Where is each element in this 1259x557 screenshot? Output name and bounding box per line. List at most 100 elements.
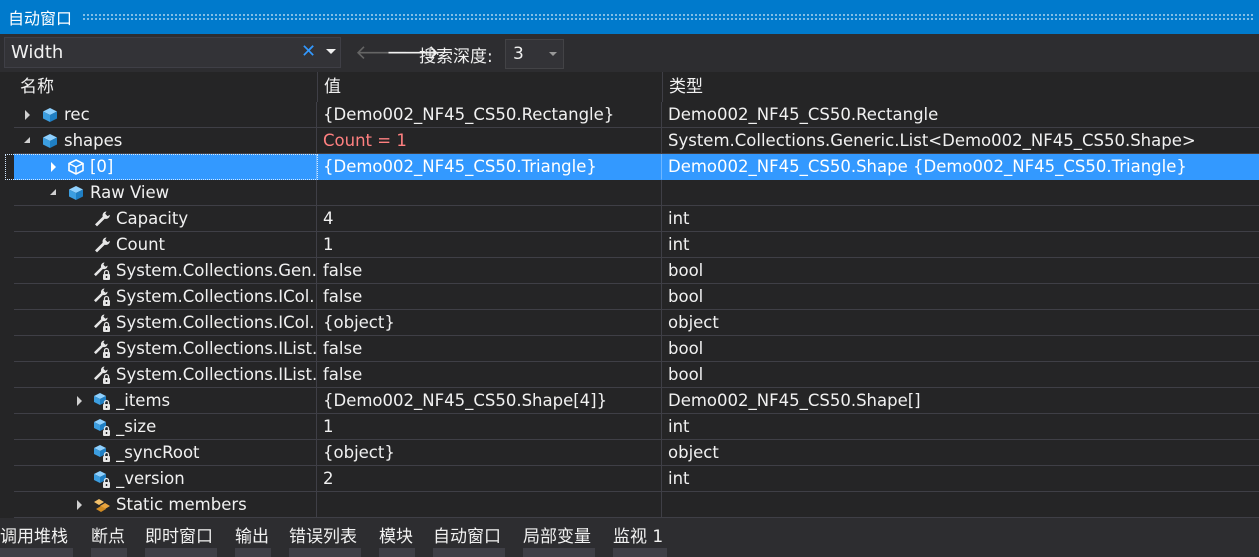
toolbar: ✕ 🡐 🡒 搜索深度: 3 (0, 34, 1259, 72)
collapse-arrow-icon[interactable] (48, 180, 60, 205)
value-cell[interactable]: 4 (317, 206, 662, 232)
name-cell[interactable]: _version (14, 466, 317, 492)
name-cell[interactable]: rec (14, 102, 317, 128)
bottom-tab[interactable]: 局部变量 (523, 518, 595, 557)
table-row[interactable]: System.Collections.Gen... false bool (0, 258, 1259, 284)
bottom-tab-underline (523, 548, 595, 557)
type-cell: bool (662, 284, 1259, 310)
bottom-tab-label: 自动窗口 (433, 527, 501, 547)
expand-arrow-icon[interactable] (22, 102, 34, 127)
table-row[interactable]: _version 2 int (0, 466, 1259, 492)
bottom-tab-label: 模块 (379, 527, 413, 547)
value-cell[interactable] (317, 180, 662, 206)
property-icon (92, 209, 112, 229)
private-property-icon (92, 313, 112, 333)
table-row[interactable]: System.Collections.IList... false bool (0, 362, 1259, 388)
value-cell[interactable]: 1 (317, 414, 662, 440)
object-icon (66, 183, 86, 203)
bottom-tab-label: 错误列表 (289, 527, 357, 547)
type-cell: bool (662, 362, 1259, 388)
clear-search-icon[interactable]: ✕ (301, 42, 316, 62)
bottom-tab-underline (145, 548, 217, 557)
name-cell[interactable]: System.Collections.IList... (14, 362, 317, 388)
bottom-tab-label: 输出 (235, 527, 269, 547)
table-row[interactable]: Capacity 4 int (0, 206, 1259, 232)
table-row[interactable]: System.Collections.ICol... {object} object (0, 310, 1259, 336)
table-row[interactable]: Count 1 int (0, 232, 1259, 258)
table-row[interactable]: System.Collections.ICol... false bool (0, 284, 1259, 310)
bottom-tab-label: 断点 (91, 527, 125, 547)
name-cell[interactable]: _items (14, 388, 317, 414)
expand-arrow-icon[interactable] (74, 388, 86, 413)
value-cell[interactable] (317, 492, 662, 518)
table-row[interactable]: System.Collections.IList... false bool (0, 336, 1259, 362)
private-field-icon (92, 469, 112, 489)
name-cell[interactable]: Raw View (14, 180, 317, 206)
bottom-tab[interactable]: 即时窗口 (145, 518, 217, 557)
value-cell[interactable]: 1 (317, 232, 662, 258)
type-cell: Demo002_NF45_CS50.Rectangle (662, 102, 1259, 128)
bottom-tab[interactable]: 调用堆栈 (0, 518, 73, 557)
chevron-down-icon[interactable] (549, 52, 557, 56)
value-cell[interactable]: {Demo002_NF45_CS50.Triangle} (317, 154, 662, 180)
private-field-icon (92, 391, 112, 411)
column-header-type[interactable]: 类型 (662, 72, 1259, 102)
name-cell[interactable]: System.Collections.Gen... (14, 258, 317, 284)
column-header-name[interactable]: 名称 (14, 72, 317, 102)
table-row[interactable]: _size 1 int (0, 414, 1259, 440)
name-cell[interactable]: shapes (14, 128, 317, 154)
name-cell[interactable]: _size (14, 414, 317, 440)
value-cell[interactable]: false (317, 336, 662, 362)
search-depth-select[interactable]: 3 (505, 39, 564, 69)
value-cell[interactable]: {Demo002_NF45_CS50.Shape[4]} (317, 388, 662, 414)
name-cell[interactable]: System.Collections.IList... (14, 336, 317, 362)
expand-arrow-icon[interactable] (74, 492, 86, 517)
table-row[interactable]: _items {Demo002_NF45_CS50.Shape[4]} Demo00… (0, 388, 1259, 414)
bottom-tab-label: 监视 1 (613, 527, 664, 547)
bottom-tab-underline (0, 548, 73, 557)
collapse-arrow-icon[interactable] (22, 128, 34, 153)
variables-grid: 名称 值 类型 rec {Demo002_NF45_CS50.Rectangle}… (0, 72, 1259, 518)
value-cell[interactable]: false (317, 258, 662, 284)
type-cell: object (662, 440, 1259, 466)
search-box[interactable]: ✕ (4, 37, 341, 68)
bottom-tab-label: 局部变量 (523, 527, 591, 547)
bottom-tab[interactable]: 模块 (379, 518, 415, 557)
value-cell[interactable]: Count = 1 (317, 128, 662, 154)
window-title: 自动窗口 (8, 9, 73, 28)
search-input[interactable] (11, 40, 291, 65)
table-row[interactable]: [0] {Demo002_NF45_CS50.Triangle} Demo002_N… (0, 154, 1259, 180)
bottom-tab[interactable]: 自动窗口 (433, 518, 505, 557)
name-cell[interactable]: _syncRoot (14, 440, 317, 466)
bottom-tab[interactable]: 监视 1 (613, 518, 667, 557)
value-cell[interactable]: {object} (317, 310, 662, 336)
search-depth-label: 搜索深度: (419, 47, 493, 67)
column-header-value[interactable]: 值 (317, 72, 662, 102)
search-history-dropdown-icon[interactable] (326, 49, 336, 54)
value-cell[interactable]: false (317, 362, 662, 388)
name-cell[interactable]: System.Collections.ICol... (14, 284, 317, 310)
bottom-tab[interactable]: 断点 (91, 518, 127, 557)
window-title-bar[interactable]: 自动窗口 (0, 0, 1259, 34)
value-cell[interactable]: {Demo002_NF45_CS50.Rectangle} (317, 102, 662, 128)
name-cell[interactable]: Static members (14, 492, 317, 518)
bottom-tab[interactable]: 输出 (235, 518, 271, 557)
type-cell: int (662, 206, 1259, 232)
table-row[interactable]: _syncRoot {object} object (0, 440, 1259, 466)
table-row[interactable]: rec {Demo002_NF45_CS50.Rectangle} Demo002_… (0, 102, 1259, 128)
table-row[interactable]: shapes Count = 1 System.Collections.Generi… (0, 128, 1259, 154)
variable-name: System.Collections.IList... (116, 339, 317, 358)
table-row[interactable]: Static members (0, 492, 1259, 518)
name-cell[interactable]: System.Collections.ICol... (14, 310, 317, 336)
value-cell[interactable]: {object} (317, 440, 662, 466)
value-cell[interactable]: 2 (317, 466, 662, 492)
value-cell[interactable]: false (317, 284, 662, 310)
name-cell[interactable]: Count (14, 232, 317, 258)
variable-name: _items (116, 391, 171, 410)
grid-header: 名称 值 类型 (0, 72, 1259, 102)
title-bar-grip[interactable] (82, 12, 1253, 22)
bottom-tab[interactable]: 错误列表 (289, 518, 361, 557)
name-cell[interactable]: Capacity (14, 206, 317, 232)
table-row[interactable]: Raw View (0, 180, 1259, 206)
bottom-tab-underline (91, 548, 127, 557)
